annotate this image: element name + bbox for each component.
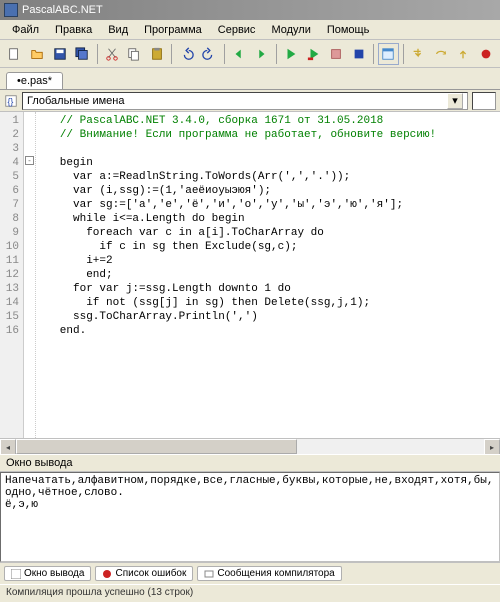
toolbar-separator	[171, 44, 172, 64]
run-button[interactable]	[281, 43, 302, 65]
toolbar-separator	[403, 44, 404, 64]
fold-toggle-icon[interactable]: -	[25, 156, 34, 165]
step-out-button[interactable]	[453, 43, 474, 65]
scope-bar: {} Глобальные имена ▾	[0, 90, 500, 112]
scope-selector[interactable]: Глобальные имена ▾	[22, 92, 468, 110]
tab-output-label: Окно вывода	[24, 568, 84, 579]
paste-button[interactable]	[147, 43, 168, 65]
save-button[interactable]	[49, 43, 70, 65]
editor-horizontal-scrollbar[interactable]: ◂ ▸	[0, 438, 500, 454]
tab-errors-label: Список ошибок	[115, 568, 186, 579]
output-panel[interactable]: Напечатать,алфавитном,порядке,все,гласны…	[0, 472, 500, 562]
document-tab[interactable]: •e.pas*	[6, 72, 63, 89]
line-gutter: 12345678910111213141516	[0, 112, 24, 438]
window-title: PascalABC.NET	[22, 4, 103, 16]
breakpoint-button[interactable]	[476, 43, 497, 65]
menu-help[interactable]: Помощь	[319, 22, 378, 38]
scope-icon: {}	[4, 94, 18, 108]
code-content[interactable]: // PascalABC.NET 3.4.0, сборка 1671 от 3…	[36, 112, 500, 438]
scroll-thumb[interactable]	[16, 439, 297, 454]
toolbar-separator	[97, 44, 98, 64]
toolbar	[0, 40, 500, 68]
stop-button[interactable]	[326, 43, 347, 65]
output-icon	[11, 569, 21, 579]
redo-button[interactable]	[199, 43, 220, 65]
tab-errors[interactable]: Список ошибок	[95, 566, 193, 581]
svg-text:{}: {}	[8, 96, 14, 106]
open-button[interactable]	[27, 43, 48, 65]
scroll-track[interactable]	[16, 439, 484, 454]
toolbar-separator	[224, 44, 225, 64]
step-into-button[interactable]	[408, 43, 429, 65]
menu-service[interactable]: Сервис	[210, 22, 264, 38]
menu-edit[interactable]: Правка	[47, 22, 100, 38]
message-icon	[204, 569, 214, 579]
save-all-button[interactable]	[72, 43, 93, 65]
run-debug-button[interactable]	[303, 43, 324, 65]
window-titlebar: PascalABC.NET	[0, 0, 500, 20]
menu-program[interactable]: Программа	[136, 22, 210, 38]
toolbar-separator	[373, 44, 374, 64]
undo-button[interactable]	[176, 43, 197, 65]
menubar: Файл Правка Вид Программа Сервис Модули …	[0, 20, 500, 40]
step-forward-button[interactable]	[251, 43, 272, 65]
document-tabbar: •e.pas*	[0, 68, 500, 90]
output-panel-title: Окно вывода	[0, 454, 500, 472]
end-button[interactable]	[349, 43, 370, 65]
bottom-tabbar: Окно вывода Список ошибок Сообщения комп…	[0, 562, 500, 584]
step-over-button[interactable]	[430, 43, 451, 65]
scope-label: Глобальные имена	[27, 95, 125, 107]
statusbar: Компиляция прошла успешно (13 строк)	[0, 584, 500, 602]
new-button[interactable]	[4, 43, 25, 65]
tab-output[interactable]: Окно вывода	[4, 566, 91, 581]
copy-button[interactable]	[124, 43, 145, 65]
menu-view[interactable]: Вид	[100, 22, 136, 38]
fold-gutter: -	[24, 112, 36, 438]
toolbar-separator	[276, 44, 277, 64]
menu-file[interactable]: Файл	[4, 22, 47, 38]
cut-button[interactable]	[101, 43, 122, 65]
tab-compiler-messages[interactable]: Сообщения компилятора	[197, 566, 341, 581]
app-icon	[4, 3, 18, 17]
code-editor[interactable]: 12345678910111213141516 - // PascalABC.N…	[0, 112, 500, 438]
menu-modules[interactable]: Модули	[263, 22, 318, 38]
scroll-left-icon[interactable]: ◂	[0, 439, 16, 455]
form-designer-button[interactable]	[378, 43, 399, 65]
scope-dropdown-icon: ▾	[447, 93, 463, 109]
tab-messages-label: Сообщения компилятора	[217, 568, 334, 579]
scroll-right-icon[interactable]: ▸	[484, 439, 500, 455]
error-icon	[102, 569, 112, 579]
member-selector[interactable]	[472, 92, 496, 110]
step-back-button[interactable]	[228, 43, 249, 65]
